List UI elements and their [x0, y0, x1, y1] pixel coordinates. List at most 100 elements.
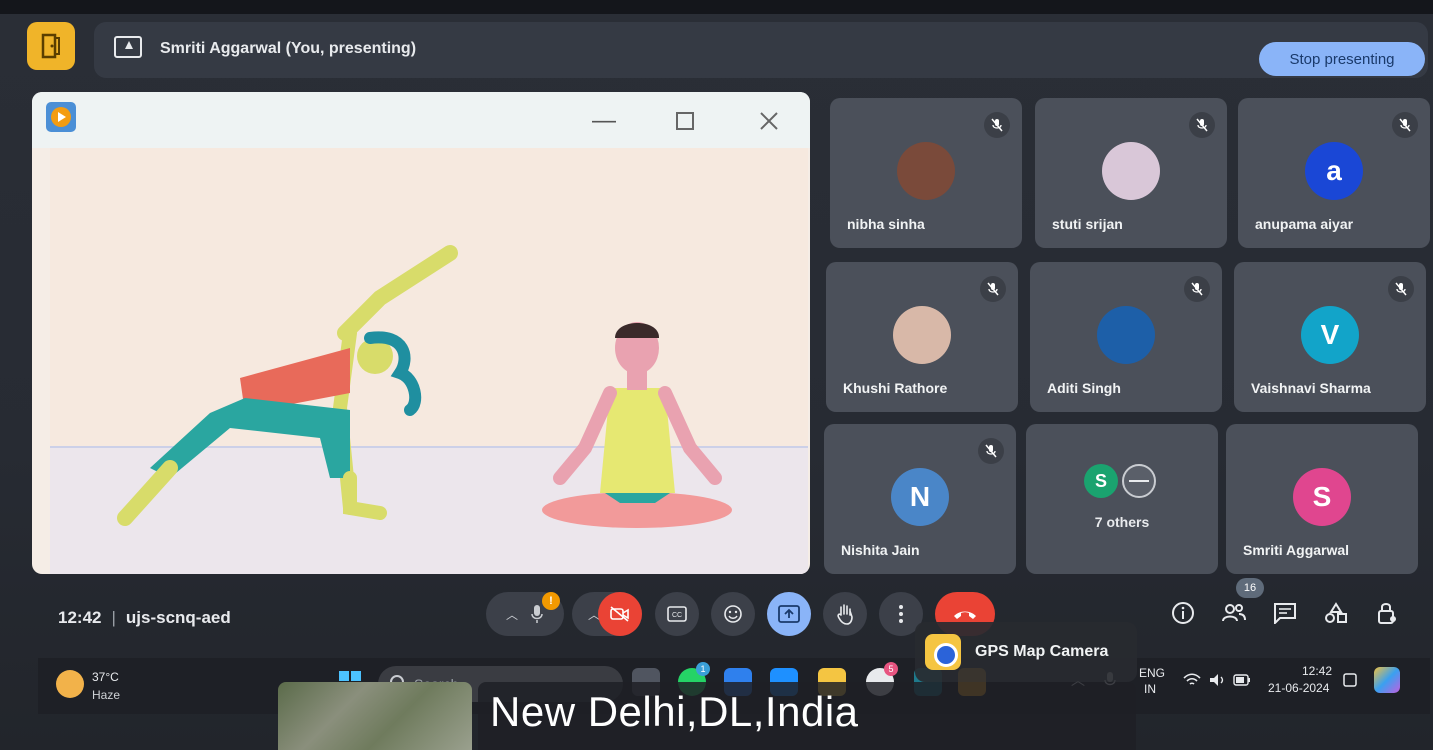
wifi-icon[interactable]	[1182, 670, 1202, 690]
avatar	[897, 142, 955, 200]
mic-off-icon	[980, 276, 1006, 302]
exit-door-button[interactable]	[27, 22, 75, 70]
mic-off-icon	[1388, 276, 1414, 302]
notification-badge: 1	[696, 662, 710, 676]
clock-date[interactable]: 21-06-2024	[1268, 681, 1329, 695]
yoga-illustration	[50, 148, 808, 574]
more-vertical-icon	[899, 605, 903, 623]
hand-icon	[837, 604, 853, 625]
mic-off-icon	[984, 112, 1010, 138]
woman-triangle-pose	[117, 245, 458, 526]
chevron-up-icon[interactable]: ︿	[506, 606, 518, 623]
emoji-icon	[724, 605, 742, 623]
participant-tile[interactable]: Khushi Rathore	[826, 262, 1018, 412]
battery-icon[interactable]	[1232, 670, 1252, 690]
participant-tile[interactable]: stuti srijan	[1035, 98, 1227, 248]
participant-name: Khushi Rathore	[843, 380, 948, 396]
participant-tile[interactable]: Aditi Singh	[1030, 262, 1222, 412]
people-icon	[1222, 604, 1246, 622]
participant-tile[interactable]: S Smriti Aggarwal	[1226, 424, 1418, 574]
mic-off-icon	[1189, 112, 1215, 138]
reactions-button[interactable]	[711, 592, 755, 636]
mic-off-icon	[1392, 112, 1418, 138]
screen: Smriti Aggarwal (You, presenting) Stop p…	[0, 0, 1433, 750]
chat-button[interactable]	[1270, 598, 1300, 628]
end-call-icon	[954, 611, 976, 619]
weather-icon[interactable]	[56, 670, 84, 698]
info-icon	[1172, 602, 1194, 624]
raise-hand-button[interactable]	[823, 592, 867, 636]
window-titlebar: —	[32, 92, 810, 148]
close-icon[interactable]	[752, 104, 786, 138]
avatar	[1102, 142, 1160, 200]
mic-control-group[interactable]: ︿ !	[486, 592, 564, 636]
svg-text:CC: CC	[672, 612, 682, 619]
people-button[interactable]	[1219, 598, 1249, 628]
minimize-icon[interactable]: —	[587, 104, 621, 138]
gps-camera-icon	[925, 634, 961, 670]
more-people-icon	[1122, 464, 1156, 498]
camera-control-group[interactable]: ︿	[572, 592, 642, 636]
avatar: a	[1305, 142, 1363, 200]
presenting-banner: Smriti Aggarwal (You, presenting) Stop p…	[94, 22, 1428, 78]
meeting-details-button[interactable]	[1168, 598, 1198, 628]
gps-app-name: GPS Map Camera	[975, 643, 1109, 660]
present-screen-icon	[114, 36, 142, 58]
participant-name: stuti srijan	[1052, 216, 1123, 232]
camera-off-button[interactable]	[598, 592, 642, 636]
people-count-badge: 16	[1236, 578, 1264, 598]
volume-icon[interactable]	[1208, 670, 1228, 690]
maximize-icon[interactable]	[668, 104, 702, 138]
others-avatars: S	[1084, 464, 1174, 498]
avatar: S	[1293, 468, 1351, 526]
others-tile[interactable]: S 7 others	[1026, 424, 1218, 574]
camera-off-icon	[610, 606, 629, 622]
gps-map-thumbnail	[278, 682, 472, 750]
notification-badge: 5	[884, 662, 898, 676]
shared-screen-window: —	[32, 92, 810, 574]
mic-off-icon	[978, 438, 1004, 464]
copilot-icon[interactable]	[1374, 667, 1400, 693]
others-label: 7 others	[1094, 514, 1150, 530]
media-player-icon	[46, 102, 76, 132]
gps-camera-card: GPS Map Camera	[915, 622, 1137, 682]
mic-off-icon	[1184, 276, 1210, 302]
gps-location-text: New Delhi,DL,India	[490, 688, 859, 735]
avatar	[1097, 306, 1155, 364]
presenting-title: Smriti Aggarwal (You, presenting)	[160, 40, 417, 57]
meeting-code: ujs-scnq-aed	[125, 608, 231, 627]
closed-captions-icon: CC	[667, 606, 687, 622]
avatar: N	[891, 468, 949, 526]
participant-name: Smriti Aggarwal	[1243, 542, 1350, 558]
avatar: S	[1084, 464, 1118, 498]
activities-button[interactable]	[1321, 598, 1351, 628]
participant-tile[interactable]: a anupama aiyar	[1238, 98, 1430, 248]
input-language[interactable]: ENG	[1139, 666, 1165, 680]
man-meditating	[542, 322, 732, 528]
shapes-icon	[1325, 602, 1347, 623]
lock-person-icon	[1378, 603, 1396, 624]
present-screen-icon	[778, 605, 800, 623]
weather-temperature: 37°C	[92, 670, 119, 684]
participant-name: Nishita Jain	[841, 542, 920, 558]
participant-tile[interactable]: V Vaishnavi Sharma	[1234, 262, 1426, 412]
participant-name: anupama aiyar	[1255, 216, 1354, 232]
door-exit-icon	[41, 33, 60, 59]
notification-icon[interactable]	[1340, 670, 1360, 690]
captions-button[interactable]: CC	[655, 592, 699, 636]
participant-name: Aditi Singh	[1047, 380, 1121, 396]
stop-presenting-button[interactable]: Stop presenting	[1259, 42, 1425, 76]
present-now-button[interactable]	[767, 592, 811, 636]
participant-tile[interactable]: N Nishita Jain	[824, 424, 1016, 574]
weather-description: Haze	[92, 688, 121, 702]
input-region[interactable]: IN	[1144, 682, 1156, 696]
mic-alert-badge: !	[542, 592, 560, 610]
participant-name: nibha sinha	[847, 216, 925, 232]
avatar	[893, 306, 951, 364]
clock-time[interactable]: 12:42	[1302, 664, 1332, 678]
host-controls-button[interactable]	[1372, 598, 1402, 628]
mic-icon[interactable]	[530, 604, 544, 624]
meeting-time: 12:42	[58, 608, 102, 627]
participant-tile[interactable]: nibha sinha	[830, 98, 1022, 248]
participant-name: Vaishnavi Sharma	[1251, 380, 1371, 396]
